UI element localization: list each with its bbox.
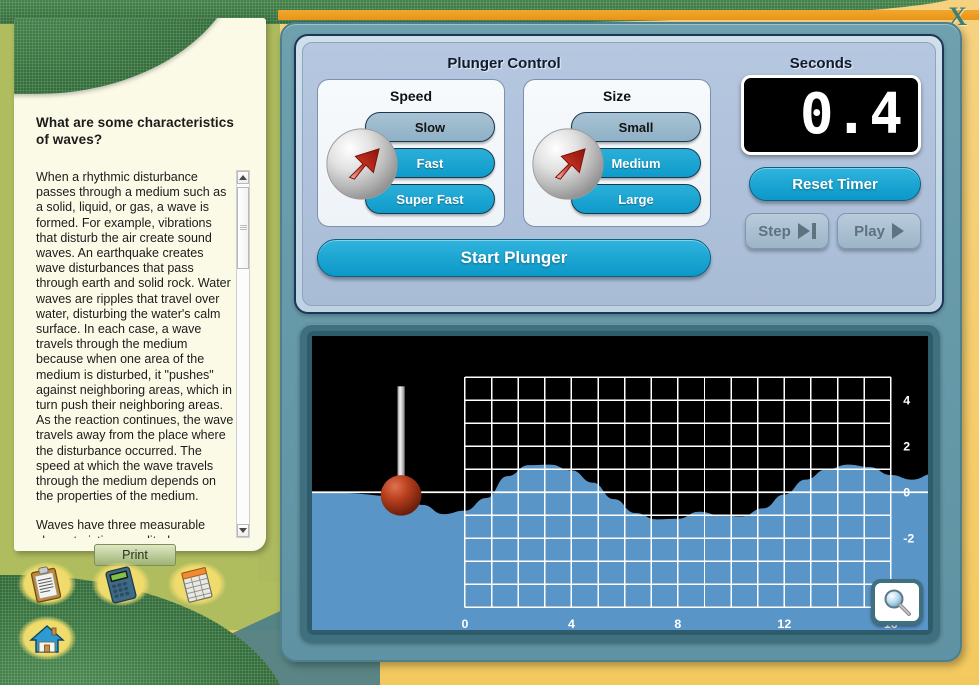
- wave-graph-canvas: 420-2-40481216: [312, 376, 928, 630]
- speed-option-slow[interactable]: Slow: [365, 112, 495, 142]
- wave-graph-bezel: 420-2-40481216: [307, 331, 933, 635]
- size-option-small[interactable]: Small: [571, 112, 701, 142]
- article-scrollbar[interactable]: [236, 170, 250, 538]
- svg-text:2: 2: [903, 439, 910, 453]
- step-label: Step: [758, 222, 791, 240]
- clipboard-icon: [30, 566, 62, 603]
- simulation-window: Plunger Control Seconds Speed Slow Fast …: [280, 22, 962, 662]
- size-group: Size Small Medium Large: [523, 79, 711, 227]
- calculator-icon: [105, 566, 137, 604]
- size-label: Size: [602, 88, 631, 104]
- wave-graph-frame: 420-2-40481216: [300, 324, 940, 642]
- control-panel-inner: Plunger Control Seconds Speed Slow Fast …: [302, 42, 936, 306]
- spreadsheet-icon: [181, 566, 213, 603]
- play-button[interactable]: Play: [837, 213, 921, 249]
- speed-option-fast[interactable]: Fast: [365, 148, 495, 178]
- speed-option-super-fast[interactable]: Super Fast: [365, 184, 495, 214]
- size-option-medium[interactable]: Medium: [571, 148, 701, 178]
- magnifier-icon: [884, 589, 911, 616]
- article-card: What are some characteristics of waves? …: [14, 18, 266, 566]
- article-text: When a rhythmic disturbance passes throu…: [36, 170, 234, 538]
- scroll-up-icon[interactable]: [237, 171, 249, 184]
- svg-text:4: 4: [903, 393, 910, 407]
- svg-text:12: 12: [777, 617, 791, 630]
- timer-value: 0.4: [799, 82, 904, 147]
- scroll-down-icon[interactable]: [237, 524, 249, 537]
- seconds-display: 0.4: [741, 75, 921, 155]
- notebook-tool-button[interactable]: [18, 562, 76, 606]
- play-label: Play: [854, 222, 885, 240]
- speed-group: Speed Slow Fast Super Fast: [317, 79, 505, 227]
- step-forward-icon: [797, 223, 816, 239]
- data-table-tool-button[interactable]: [168, 562, 226, 606]
- seconds-header: Seconds: [789, 55, 853, 72]
- home-tool-button[interactable]: [18, 616, 76, 660]
- calculator-tool-button[interactable]: [92, 562, 150, 606]
- play-triangle-icon: [891, 223, 904, 239]
- page-title: What are some characteristics of waves?: [36, 115, 234, 147]
- article-paragraph: When a rhythmic disturbance passes throu…: [36, 170, 234, 504]
- start-plunger-button[interactable]: Start Plunger: [317, 239, 711, 277]
- speed-label: Speed: [389, 88, 432, 104]
- orange-accent-bar: [278, 10, 979, 20]
- card-green-curve: [14, 18, 266, 104]
- svg-text:0: 0: [903, 485, 910, 499]
- article-paragraph: Waves have three measurable characterist…: [36, 518, 206, 538]
- home-icon: [29, 625, 65, 653]
- zoom-graph-button[interactable]: [871, 579, 923, 625]
- size-option-large[interactable]: Large: [571, 184, 701, 214]
- svg-text:0: 0: [462, 617, 469, 630]
- svg-text:8: 8: [674, 617, 681, 630]
- svg-text:4: 4: [568, 617, 575, 630]
- plunger-control-header: Plunger Control: [447, 55, 561, 72]
- scrollbar-thumb[interactable]: [237, 187, 249, 269]
- step-button[interactable]: Step: [745, 213, 829, 249]
- svg-text:-2: -2: [903, 531, 914, 545]
- control-panel: Plunger Control Seconds Speed Slow Fast …: [294, 34, 944, 314]
- reset-timer-button[interactable]: Reset Timer: [749, 167, 921, 201]
- wave-graph: 420-2-40481216: [312, 336, 928, 630]
